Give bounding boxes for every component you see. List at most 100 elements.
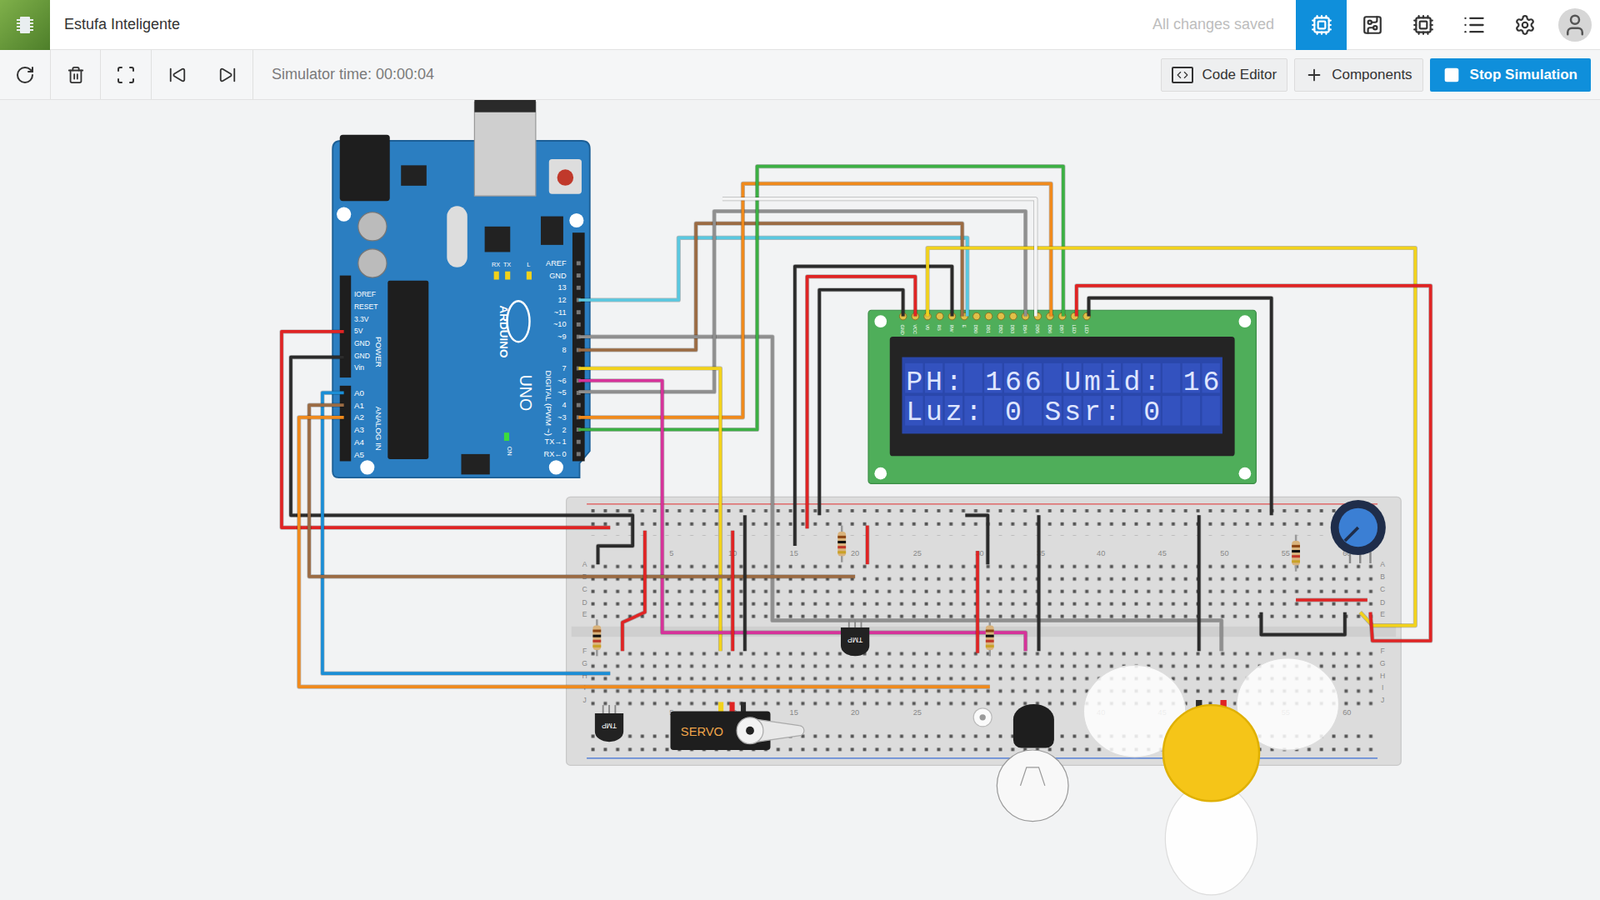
top-bar: Estufa InteligenteAll changes saved	[0, 0, 1600, 50]
chip-icon	[1412, 14, 1435, 36]
resistor[interactable]	[837, 525, 846, 563]
svg-text:VCC: VCC	[912, 324, 918, 335]
chip-icon	[1310, 14, 1333, 36]
potentiometer[interactable]	[1330, 500, 1386, 564]
wire[interactable]	[807, 276, 916, 529]
arduino-uno[interactable]: AREFGND1312~11~10~987~6~54~32TX→1RX←0IOR…	[332, 100, 590, 478]
svg-text:A0: A0	[354, 388, 365, 398]
svg-text:DB6: DB6	[1047, 324, 1053, 334]
lcd-line: PH: 166 Umid: 16	[905, 366, 1223, 399]
stop-icon	[1443, 66, 1460, 84]
wire[interactable]	[927, 248, 1415, 626]
wire[interactable]	[299, 417, 990, 687]
svg-text:L: L	[526, 260, 530, 269]
wire[interactable]	[1089, 298, 1272, 516]
code-icon	[1176, 69, 1189, 81]
svg-text:GND: GND	[354, 351, 370, 360]
wire[interactable]	[732, 530, 734, 651]
wire[interactable]	[744, 515, 745, 651]
next-icon	[218, 65, 237, 85]
circuit-canvas[interactable]: 5101520253035404550556051015202530354045…	[0, 100, 1600, 900]
svg-text:RX←0: RX←0	[544, 450, 567, 459]
wire[interactable]	[578, 223, 962, 350]
wire[interactable]	[578, 210, 1025, 392]
code-editor-button[interactable]: Code Editor	[1160, 58, 1288, 92]
svg-text:8: 8	[561, 345, 566, 355]
svg-text:5: 5	[669, 549, 674, 558]
components-button[interactable]: Components	[1294, 58, 1423, 92]
svg-text:GND: GND	[354, 339, 370, 348]
app-logo[interactable]	[0, 0, 50, 50]
settings-button[interactable]	[1499, 0, 1550, 50]
wire[interactable]	[1076, 285, 1431, 641]
next-button[interactable]	[202, 50, 254, 100]
servo-motor[interactable]: SERVO	[670, 701, 804, 750]
wire[interactable]	[1038, 515, 1040, 651]
dc-motor-fan[interactable]	[1083, 658, 1339, 895]
user-avatar[interactable]	[1550, 0, 1600, 50]
svg-text:C: C	[1380, 585, 1385, 594]
resistor[interactable]	[592, 619, 601, 656]
lcd-display[interactable]: PH: 166 Umid: 16Luz: 0 Ssr: 0GNDVCCV0RSR…	[868, 310, 1256, 484]
svg-text:LED: LED	[1084, 324, 1090, 334]
svg-text:F: F	[582, 646, 587, 655]
view-button[interactable]	[1346, 0, 1398, 50]
svg-text:J: J	[1380, 695, 1385, 705]
wire[interactable]	[290, 357, 633, 565]
svg-text:DB7: DB7	[1059, 324, 1065, 334]
svg-text:G: G	[581, 659, 588, 668]
project-title[interactable]: Estufa Inteligente	[64, 13, 180, 36]
temperature-sensor[interactable]: TMP	[595, 705, 624, 742]
svg-text:DB2: DB2	[998, 324, 1004, 334]
delete-button[interactable]	[50, 50, 101, 100]
wire[interactable]	[722, 199, 1036, 317]
svg-text:C: C	[582, 585, 588, 594]
photoresistor[interactable]	[973, 708, 992, 727]
wire[interactable]	[309, 405, 855, 577]
svg-text:LED: LED	[1071, 324, 1077, 334]
svg-text:UNO: UNO	[516, 375, 535, 412]
view-button[interactable]	[1397, 0, 1449, 50]
previous-button[interactable]	[151, 50, 203, 100]
simulator-time: Simulator time: 00:00:04	[271, 63, 435, 86]
wire[interactable]	[622, 530, 645, 651]
wire[interactable]	[1260, 612, 1345, 635]
view-button[interactable]	[1295, 0, 1347, 50]
resistor[interactable]	[1291, 535, 1300, 572]
stop-simulation-button[interactable]: Stop Simulation	[1430, 58, 1591, 92]
svg-text:15: 15	[790, 708, 799, 717]
fit-button[interactable]	[100, 50, 152, 100]
wire[interactable]	[819, 290, 903, 516]
wire[interactable]	[322, 392, 610, 674]
wire[interactable]	[578, 336, 1221, 651]
toolbar: Simulator time: 00:00:04 Code EditorCompo…	[0, 50, 1600, 100]
svg-text:A4: A4	[354, 437, 365, 447]
light-bulb[interactable]	[996, 704, 1069, 822]
temperature-sensor[interactable]: TMP	[840, 619, 870, 656]
svg-text:DB3: DB3	[1010, 324, 1015, 334]
svg-text:IOREF: IOREF	[354, 290, 376, 299]
wire[interactable]	[578, 380, 1025, 651]
user-icon	[1562, 12, 1588, 38]
svg-text:E: E	[961, 324, 967, 328]
svg-text:TX: TX	[503, 260, 511, 269]
plus-icon	[1305, 65, 1324, 85]
wire[interactable]	[578, 368, 720, 651]
wire[interactable]	[1198, 515, 1200, 651]
svg-text:25: 25	[913, 708, 922, 717]
rotate-button[interactable]	[0, 50, 51, 100]
svg-text:V0: V0	[925, 324, 930, 330]
svg-text:A: A	[582, 560, 588, 569]
wire[interactable]	[281, 331, 610, 528]
svg-text:F: F	[1380, 646, 1385, 655]
canvas-area: 5101520253035404550556051015202530354045…	[0, 100, 1600, 900]
previous-icon	[168, 65, 187, 85]
wire[interactable]	[1295, 599, 1368, 600]
wire[interactable]	[976, 550, 978, 653]
svg-text:POWER: POWER	[374, 336, 384, 368]
svg-text:50: 50	[1220, 549, 1229, 558]
resistor[interactable]	[985, 619, 995, 656]
svg-text:5V: 5V	[354, 326, 364, 335]
wire[interactable]	[866, 525, 868, 565]
list-button[interactable]	[1448, 0, 1500, 50]
